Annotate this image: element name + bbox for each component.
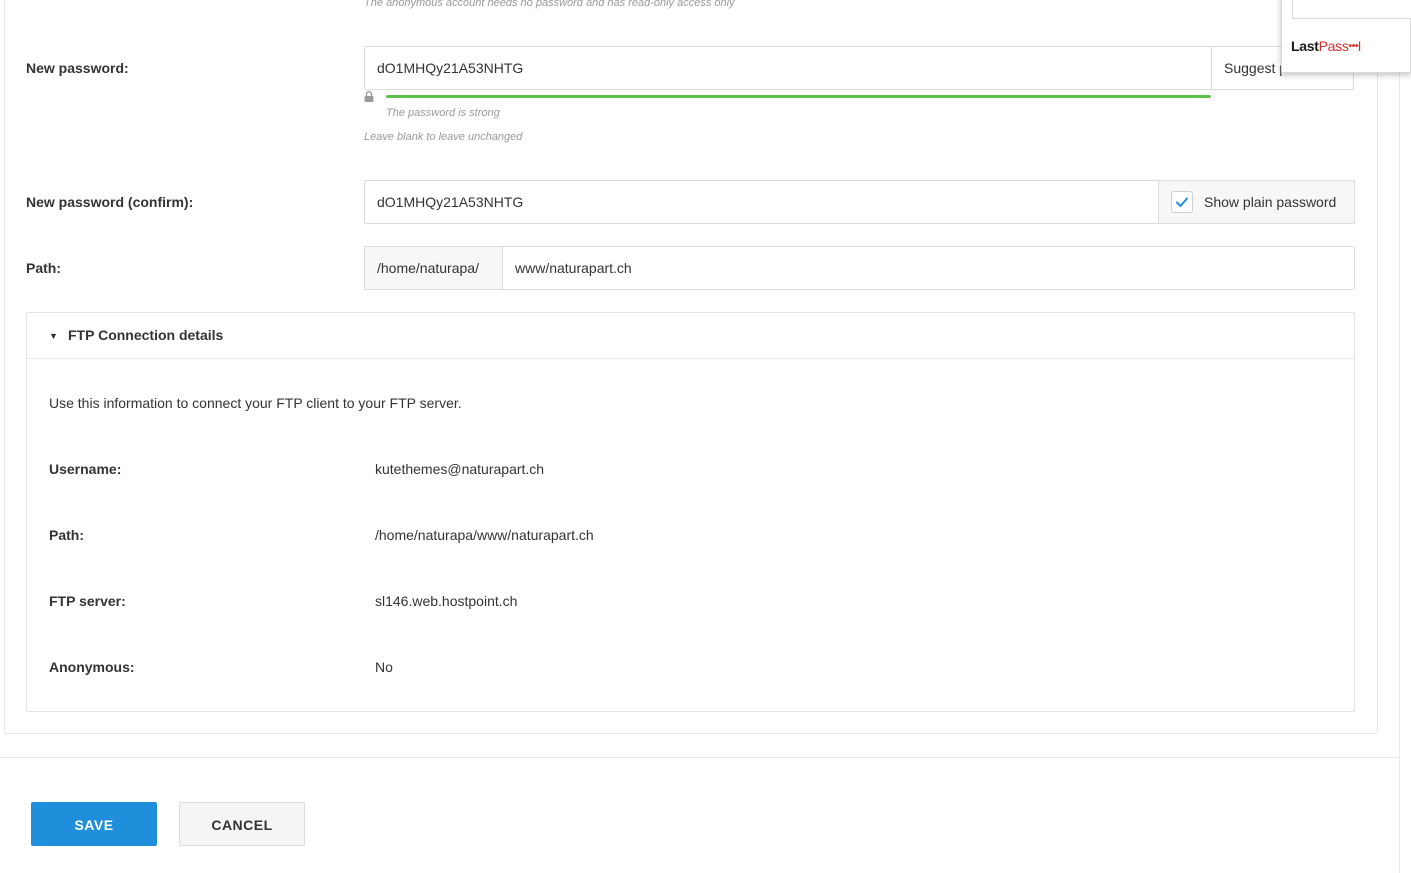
checkmark-icon (1176, 197, 1188, 207)
confirm-password-label: New password (confirm): (26, 194, 194, 210)
confirm-password-input[interactable]: dO1MHQy21A53NHTG (364, 180, 1159, 224)
path-label: Path: (26, 260, 61, 276)
ftp-details-title: FTP Connection details (68, 327, 224, 343)
leave-blank-hint: Leave blank to leave unchanged (364, 131, 523, 143)
path-input[interactable]: www/naturapart.ch (502, 246, 1355, 290)
ftp-username-label: Username: (49, 461, 122, 477)
ftp-anonymous-value: No (375, 659, 393, 675)
page-edge-divider (1399, 0, 1400, 873)
save-button[interactable]: SAVE (31, 802, 157, 846)
footer-divider (0, 757, 1400, 758)
show-plain-password-label: Show plain password (1204, 194, 1337, 210)
collapse-triangle-icon: ▼ (49, 331, 58, 341)
lastpass-logo-last: Last (1291, 38, 1319, 54)
lastpass-logo-pass: Pass (1318, 38, 1349, 54)
show-plain-password-checkbox[interactable] (1171, 191, 1193, 213)
new-password-input[interactable]: dO1MHQy21A53NHTG (364, 46, 1212, 90)
lastpass-popup[interactable]: LastPass•••| (1281, 0, 1411, 73)
ftp-connection-details-panel: ▼ FTP Connection details Use this inform… (26, 312, 1355, 712)
ftp-details-header[interactable]: ▼ FTP Connection details (27, 313, 1354, 359)
password-strength-bar (386, 95, 1211, 98)
ftp-path-value: /home/naturapa/www/naturapart.ch (375, 527, 594, 543)
ftp-username-value: kutethemes@naturapart.ch (375, 461, 545, 477)
lock-icon (364, 91, 374, 102)
password-strength-fill (386, 95, 1211, 98)
ftp-server-label: FTP server: (49, 593, 126, 609)
ftp-server-value: sl146.web.hostpoint.ch (375, 593, 518, 609)
ftp-path-label: Path: (49, 527, 84, 543)
path-prefix: /home/naturapa/ (364, 246, 503, 290)
new-password-label: New password: (26, 60, 129, 76)
ftp-details-intro: Use this information to connect your FTP… (49, 395, 462, 411)
lastpass-popup-field (1292, 0, 1411, 19)
ftp-anonymous-label: Anonymous: (49, 659, 135, 675)
cancel-button[interactable]: CANCEL (179, 802, 305, 846)
password-strength-text: The password is strong (386, 107, 500, 119)
anonymous-hint: The anonymous account needs no password … (364, 0, 735, 9)
lastpass-logo-dots: •••| (1348, 41, 1361, 52)
lastpass-logo: LastPass•••| (1291, 38, 1361, 54)
